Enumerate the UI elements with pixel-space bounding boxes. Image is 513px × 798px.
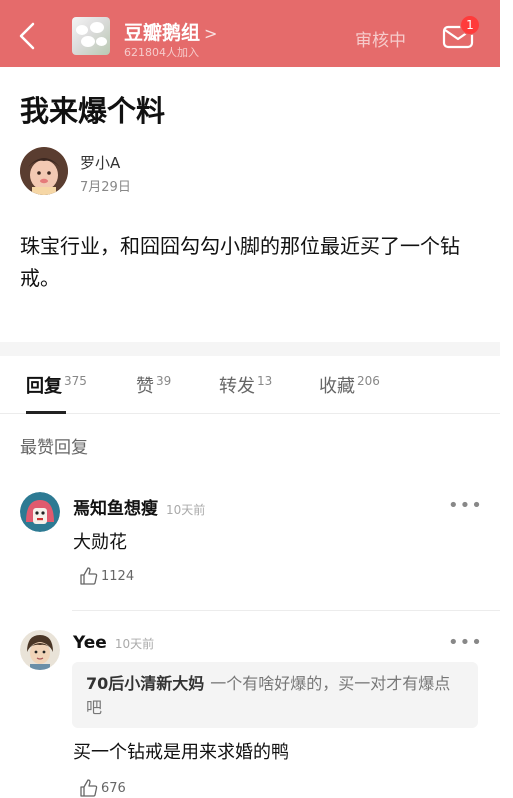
like-button[interactable]: 1124 bbox=[79, 566, 134, 586]
comment-text: 买一个钻戒是用来求婚的鸭 bbox=[73, 742, 289, 763]
section-label: 最赞回复 bbox=[20, 438, 88, 458]
cartoon-avatar-icon bbox=[20, 492, 60, 532]
group-avatar[interactable] bbox=[72, 17, 110, 55]
group-name-link[interactable]: 豆瓣鹅组 > bbox=[124, 18, 217, 45]
comment-time: 10天前 bbox=[114, 637, 155, 651]
tab-count: 13 bbox=[257, 374, 273, 388]
commenter-avatar[interactable] bbox=[20, 492, 60, 532]
portrait-avatar-icon bbox=[20, 630, 60, 670]
tab-label: 赞 bbox=[136, 376, 154, 397]
tab-label: 回复 bbox=[26, 376, 62, 397]
comment-divider bbox=[72, 610, 500, 611]
thumbs-up-icon bbox=[80, 779, 98, 797]
more-options-button[interactable]: ••• bbox=[448, 632, 483, 653]
comment-time: 10天前 bbox=[166, 503, 206, 517]
group-member-count: 621804人加入 bbox=[124, 46, 199, 59]
author-name[interactable]: 罗小A bbox=[80, 152, 120, 173]
post-title: 我来爆个料 bbox=[20, 94, 166, 128]
more-options-button[interactable]: ••• bbox=[448, 495, 483, 516]
comment-author-name: Yee bbox=[73, 633, 107, 653]
group-header-bar: 豆瓣鹅组 > 621804人加入 审核中 1 bbox=[0, 0, 500, 67]
like-button[interactable]: 676 bbox=[79, 778, 126, 798]
group-name: 豆瓣鹅组 bbox=[124, 22, 201, 44]
tab-count: 39 bbox=[156, 374, 172, 388]
tab-label: 转发 bbox=[219, 376, 255, 397]
tab-reposts[interactable]: 转发 13 bbox=[219, 372, 272, 398]
tab-label: 收藏 bbox=[319, 376, 355, 397]
post-tabs: 回复 375 赞 39 转发 13 收藏 206 bbox=[0, 356, 500, 414]
notification-badge: 1 bbox=[460, 15, 480, 35]
like-count: 676 bbox=[101, 780, 126, 796]
chevron-left-icon bbox=[19, 22, 35, 50]
like-count: 1124 bbox=[101, 568, 135, 584]
comment-author[interactable]: 焉知鱼想瘦 10天前 bbox=[73, 494, 205, 519]
post-body: 珠宝行业，和囧囧勾勾小脚的那位最近买了一个钻戒。 bbox=[20, 234, 460, 290]
quoted-reply[interactable]: 70后小清新大妈 一个有啥好爆的，买一对才有爆点吧 bbox=[72, 662, 478, 728]
comment-author[interactable]: Yee 10天前 bbox=[73, 633, 154, 653]
section-divider bbox=[0, 342, 500, 356]
comment-author-name: 焉知鱼想瘦 bbox=[73, 499, 158, 519]
author-avatar[interactable] bbox=[20, 147, 68, 195]
back-button[interactable] bbox=[12, 18, 42, 54]
tab-replies[interactable]: 回复 375 bbox=[26, 372, 87, 398]
tab-likes[interactable]: 赞 39 bbox=[136, 372, 171, 398]
quoted-author: 70后小清新大妈 bbox=[86, 674, 205, 693]
tab-count: 375 bbox=[64, 374, 87, 388]
review-status: 审核中 bbox=[355, 31, 406, 51]
thumbs-up-icon bbox=[80, 567, 98, 585]
tab-favorites[interactable]: 收藏 206 bbox=[319, 372, 380, 398]
comment-text: 大勋花 bbox=[73, 532, 127, 553]
active-tab-indicator bbox=[26, 411, 66, 414]
child-portrait-icon bbox=[20, 147, 68, 195]
commenter-avatar[interactable] bbox=[20, 630, 60, 670]
post-date: 7月29日 bbox=[80, 180, 131, 195]
chevron-right-icon: > bbox=[204, 24, 218, 43]
tab-count: 206 bbox=[357, 374, 380, 388]
